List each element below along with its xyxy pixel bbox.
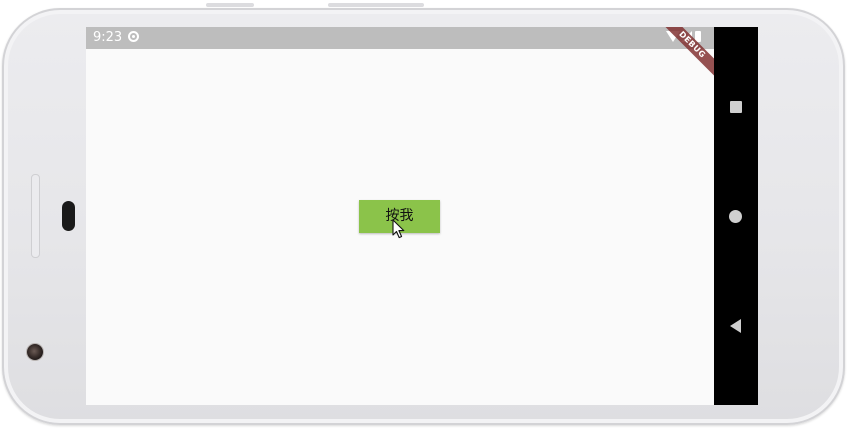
app-screen: 9:23 DEBUG 按我 xyxy=(86,27,714,405)
back-icon[interactable] xyxy=(730,319,741,333)
recents-icon[interactable] xyxy=(730,101,742,113)
earpiece xyxy=(62,201,75,231)
volume-button xyxy=(206,3,254,7)
front-camera xyxy=(27,344,43,360)
power-button xyxy=(328,3,424,7)
home-icon[interactable] xyxy=(729,210,742,223)
navigation-bar xyxy=(714,27,758,405)
sync-icon xyxy=(128,31,139,42)
status-time: 9:23 xyxy=(93,30,123,45)
cursor-icon xyxy=(392,219,405,239)
speaker-grille xyxy=(31,174,40,258)
status-bar: 9:23 xyxy=(86,27,714,49)
